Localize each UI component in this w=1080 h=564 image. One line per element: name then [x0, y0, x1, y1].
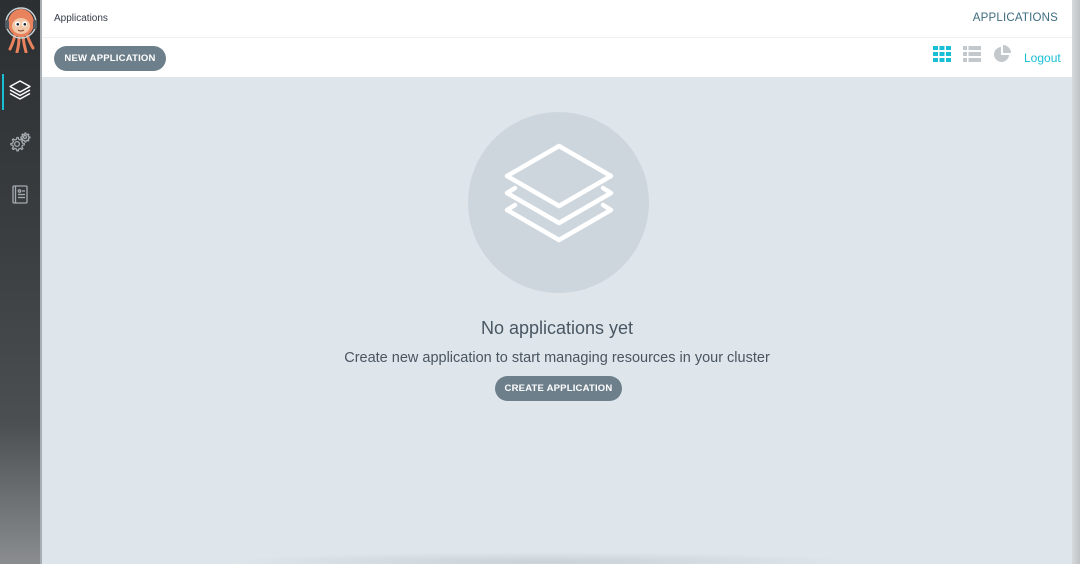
- list-icon: [963, 45, 981, 67]
- sidebar-item-settings[interactable]: [0, 126, 40, 162]
- bottom-shadow: [222, 552, 862, 564]
- sidebar: [0, 0, 42, 564]
- tiles-view-button[interactable]: [932, 45, 952, 67]
- layers-icon: [499, 140, 619, 265]
- sidebar-item-user-info[interactable]: [0, 179, 40, 215]
- new-application-button[interactable]: NEW APPLICATION: [54, 46, 166, 71]
- breadcrumb[interactable]: Applications: [54, 13, 108, 24]
- create-application-button[interactable]: CREATE APPLICATION: [495, 376, 622, 401]
- grid-icon: [933, 45, 951, 67]
- layers-icon: [7, 77, 33, 108]
- app-root: Applications APPLICATIONS NEW APPLICATIO…: [0, 0, 1080, 564]
- pie-chart-icon: [993, 44, 1011, 68]
- empty-state-description: Create new application to start managing…: [344, 350, 770, 366]
- top-bar: Applications APPLICATIONS: [42, 0, 1072, 38]
- toolbar: NEW APPLICATION Logout: [42, 38, 1072, 77]
- summary-view-button[interactable]: [992, 44, 1012, 68]
- logout-link[interactable]: Logout: [1024, 51, 1061, 65]
- page-title: APPLICATIONS: [972, 12, 1058, 24]
- argo-logo-icon[interactable]: [5, 7, 37, 54]
- empty-state-illustration: [468, 112, 649, 293]
- gear-icon: [8, 130, 32, 159]
- user-info-icon: [10, 184, 30, 211]
- list-view-button[interactable]: [962, 45, 982, 67]
- sidebar-item-applications[interactable]: [0, 72, 40, 112]
- window-edge: [1072, 0, 1080, 564]
- empty-state-title: No applications yet: [480, 318, 634, 338]
- main-content: No applications yet Create new applicati…: [42, 77, 1072, 564]
